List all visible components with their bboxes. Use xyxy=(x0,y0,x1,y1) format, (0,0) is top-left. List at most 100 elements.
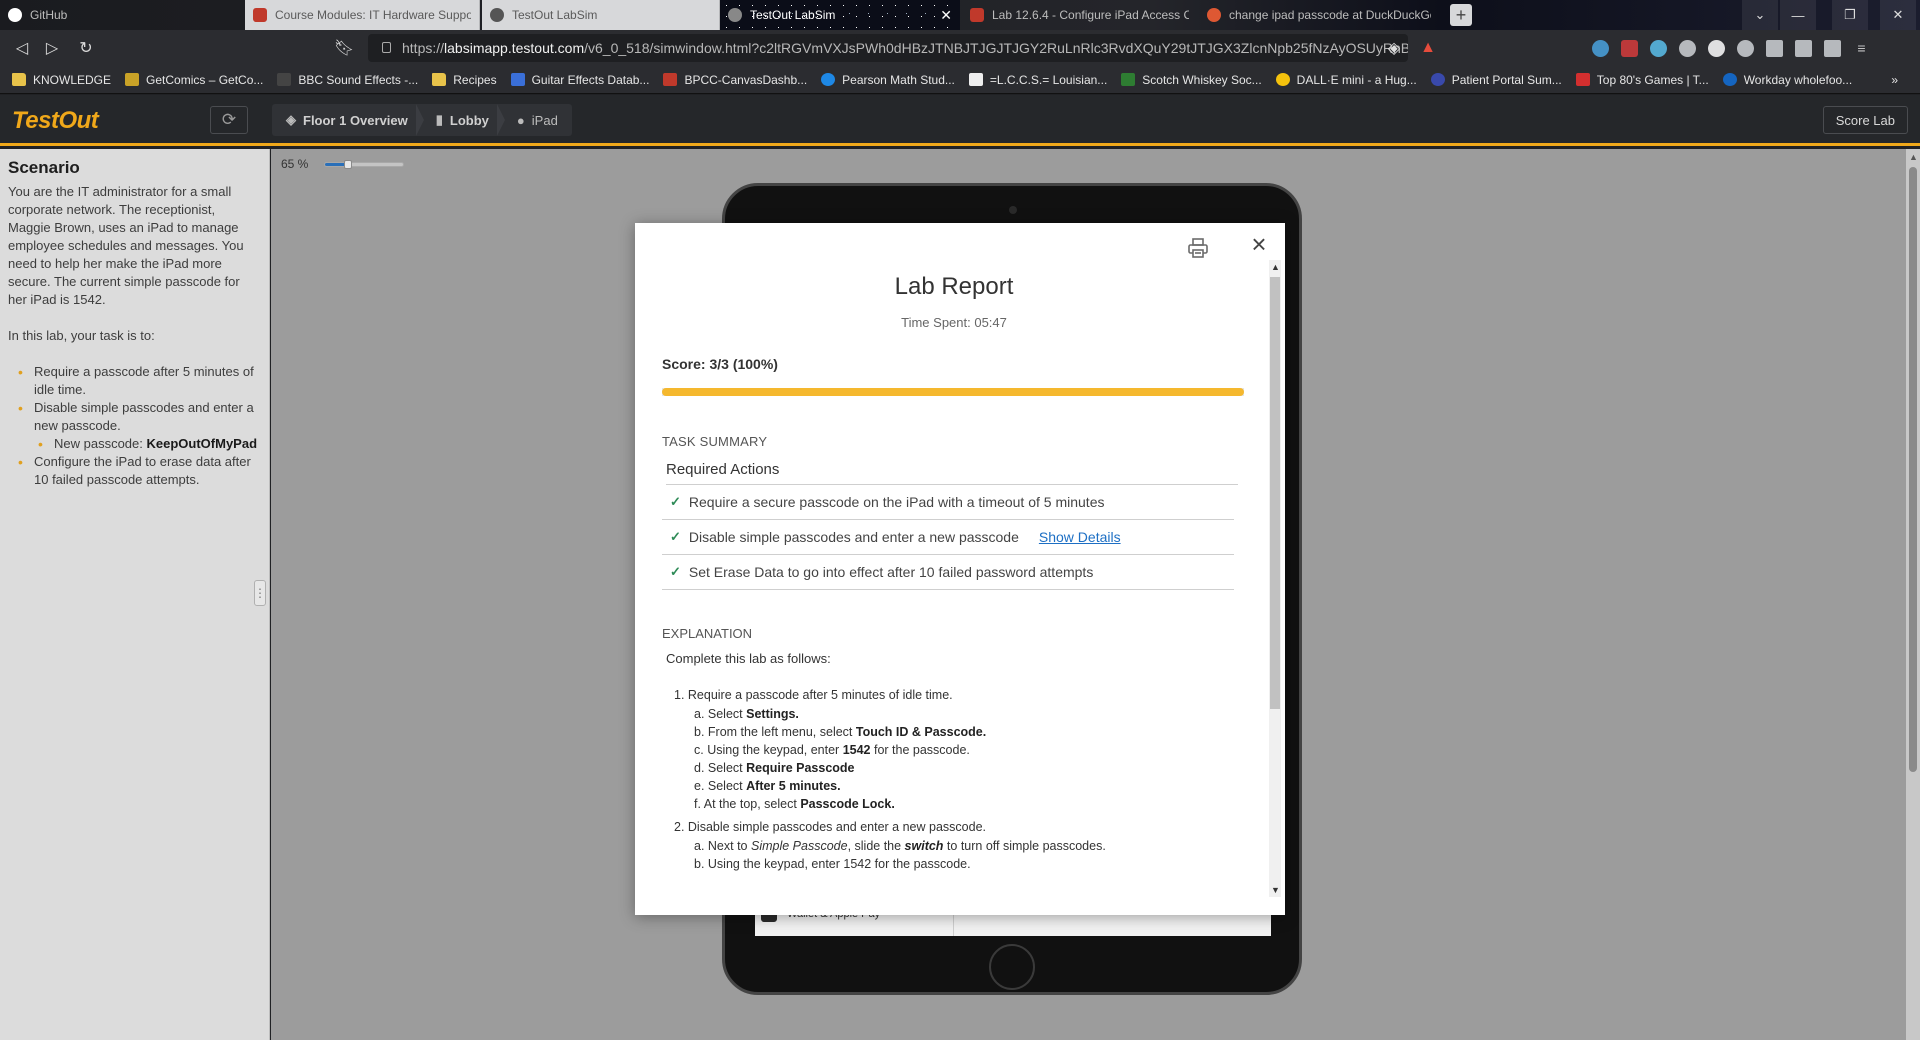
task-summary-heading: TASK SUMMARY xyxy=(662,434,768,449)
new-tab-button[interactable]: + xyxy=(1450,4,1472,26)
print-icon[interactable] xyxy=(1187,237,1209,259)
action-row: ✓ Require a secure passcode on the iPad … xyxy=(662,485,1234,520)
bookmark-item[interactable]: BBC Sound Effects -... xyxy=(277,73,418,87)
scroll-down-icon[interactable]: ▼ xyxy=(1271,885,1280,895)
minimize-icon[interactable]: — xyxy=(1780,0,1816,30)
browser-tab[interactable]: change ipad passcode at DuckDuckGo xyxy=(1199,0,1439,30)
bookmark-item[interactable]: Guitar Effects Datab... xyxy=(510,73,649,87)
menu-icon[interactable]: ≡ xyxy=(1853,40,1870,57)
puzzle-icon[interactable] xyxy=(1737,40,1754,57)
workspace-scrollbar[interactable]: ▲ xyxy=(1906,149,1920,1040)
browser-tab-bar: GitHub Course Modules: IT Hardware Suppo… xyxy=(0,0,1920,30)
substep: d. Select Require Passcode xyxy=(694,761,855,775)
step-2: 2. Disable simple passcodes and enter a … xyxy=(674,820,986,834)
queue-icon[interactable] xyxy=(1766,40,1783,57)
breadcrumb-ipad: ● iPad xyxy=(496,104,572,136)
extension-icon[interactable] xyxy=(1592,40,1609,57)
bookmark-item[interactable]: Patient Portal Sum... xyxy=(1430,73,1562,87)
close-window-icon[interactable]: ✕ xyxy=(1880,0,1916,30)
zoom-label: 65 % xyxy=(281,157,309,171)
substep: c. Using the keypad, enter 1542 for the … xyxy=(694,743,970,757)
tab-search-icon[interactable]: ⌄ xyxy=(1742,0,1778,30)
bookmarks-overflow-icon[interactable]: » xyxy=(1891,73,1898,87)
refresh-button[interactable]: ⟳ xyxy=(210,106,248,134)
browser-tab[interactable]: TestOut LabSim xyxy=(482,0,720,30)
bookmark-item[interactable]: Top 80's Games | T... xyxy=(1575,73,1709,87)
bookmark-icon[interactable]: 🔖︎ xyxy=(334,38,354,58)
report-scrollbar-thumb[interactable] xyxy=(1270,277,1280,709)
bookmark-item[interactable]: =L.C.C.S.= Louisian... xyxy=(968,73,1107,87)
score-progress-fill xyxy=(662,388,1244,396)
camera-icon xyxy=(1009,206,1017,214)
check-icon: ✓ xyxy=(670,564,681,579)
scroll-up-icon[interactable]: ▲ xyxy=(1271,262,1280,272)
bookmark-item[interactable]: Workday wholefoo... xyxy=(1722,73,1852,87)
extension-icon[interactable] xyxy=(1679,40,1696,57)
door-icon: ▮ xyxy=(435,112,443,127)
sidebar-icon[interactable] xyxy=(1795,40,1812,57)
bookmark-item[interactable]: BPCC-CanvasDashb... xyxy=(663,73,807,87)
action-row: ✓ Set Erase Data to go into effect after… xyxy=(662,555,1234,590)
testout-icon xyxy=(490,8,504,22)
scenario-panel: Scenario You are the IT administrator fo… xyxy=(0,149,270,1040)
score-text: Score: 3/3 (100%) xyxy=(662,356,778,372)
url-bar[interactable]: https://labsimapp.testout.com/v6_0_518/s… xyxy=(368,34,1408,62)
scrollbar-thumb[interactable] xyxy=(1909,167,1917,772)
forward-icon[interactable]: ▷ xyxy=(42,38,62,58)
zoom-slider-thumb[interactable] xyxy=(344,160,353,169)
site-icon xyxy=(510,73,525,86)
refresh-icon: ⟳ xyxy=(221,110,237,129)
canvas-icon xyxy=(253,8,267,22)
extension-icon[interactable] xyxy=(1650,40,1667,57)
extension-icon[interactable] xyxy=(1621,40,1638,57)
required-actions-heading: Required Actions xyxy=(666,461,1238,485)
canvas-icon xyxy=(663,73,678,86)
browser-tab[interactable]: Lab 12.6.4 - Configure iPad Access Co xyxy=(962,0,1197,30)
back-icon[interactable]: ◁ xyxy=(12,38,32,58)
panel-resize-handle[interactable]: ⋮ xyxy=(254,580,266,606)
maximize-icon[interactable]: ❐ xyxy=(1832,0,1868,30)
explanation-heading: EXPLANATION xyxy=(662,626,753,641)
canvas-icon xyxy=(970,8,984,22)
wallet-icon[interactable] xyxy=(1824,40,1841,57)
browser-tab[interactable]: GitHub xyxy=(0,0,243,30)
breadcrumb-lobby[interactable]: ▮ Lobby xyxy=(415,104,503,136)
bookmark-item[interactable]: DALL·E mini - a Hug... xyxy=(1275,73,1417,87)
brave-shield-icon[interactable]: ◈ xyxy=(1384,38,1404,58)
task-intro: In this lab, your task is to: xyxy=(8,328,155,343)
github-icon xyxy=(8,8,22,22)
close-tab-icon[interactable]: ✕ xyxy=(940,7,952,24)
task-item: Require a passcode after 5 minutes of id… xyxy=(18,363,259,399)
huggingface-icon xyxy=(1275,73,1290,86)
bookmark-item[interactable]: Pearson Math Stud... xyxy=(821,73,955,87)
substep: a. Select Settings. xyxy=(694,707,799,721)
bookmark-item[interactable]: GetComics – GetCo... xyxy=(125,73,263,87)
apple-icon: ● xyxy=(516,112,525,128)
bookmark-folder[interactable]: Recipes xyxy=(432,73,497,87)
browser-tab[interactable]: Course Modules: IT Hardware Suppor xyxy=(245,0,480,30)
extension-icon[interactable] xyxy=(1708,40,1725,57)
close-icon[interactable]: × xyxy=(1247,231,1271,257)
breadcrumb-floor[interactable]: ◈ Floor 1 Overview xyxy=(272,104,422,136)
bookmark-folder[interactable]: KNOWLEDGE xyxy=(12,73,111,87)
reload-icon[interactable]: ↻ xyxy=(76,38,96,58)
score-lab-button[interactable]: Score Lab xyxy=(1822,106,1908,134)
report-body: Lab Report Time Spent: 05:47 Score: 3/3 … xyxy=(662,263,1246,899)
substep: f. At the top, select Passcode Lock. xyxy=(694,797,895,811)
score-progress-bar xyxy=(662,388,1244,396)
folder-icon xyxy=(12,73,26,86)
substep: b. From the left menu, select Touch ID &… xyxy=(694,725,987,739)
scroll-up-icon[interactable]: ▲ xyxy=(1909,152,1918,162)
task-list: Require a passcode after 5 minutes of id… xyxy=(8,363,259,489)
workday-icon xyxy=(1722,73,1737,86)
check-icon: ✓ xyxy=(670,529,681,544)
substep: a. Next to Simple Passcode, slide the sw… xyxy=(694,839,1106,853)
brave-rewards-icon[interactable]: ▲ xyxy=(1418,38,1438,58)
home-button[interactable] xyxy=(989,944,1035,990)
browser-tab-active[interactable]: TestOut LabSim ✕ xyxy=(720,0,960,30)
duckduckgo-icon xyxy=(1207,8,1221,22)
bookmark-item[interactable]: Scotch Whiskey Soc... xyxy=(1121,73,1262,87)
zoom-slider[interactable] xyxy=(324,160,404,169)
report-scrollbar[interactable]: ▲ ▼ xyxy=(1269,260,1281,897)
show-details-link[interactable]: Show Details xyxy=(1039,529,1121,545)
